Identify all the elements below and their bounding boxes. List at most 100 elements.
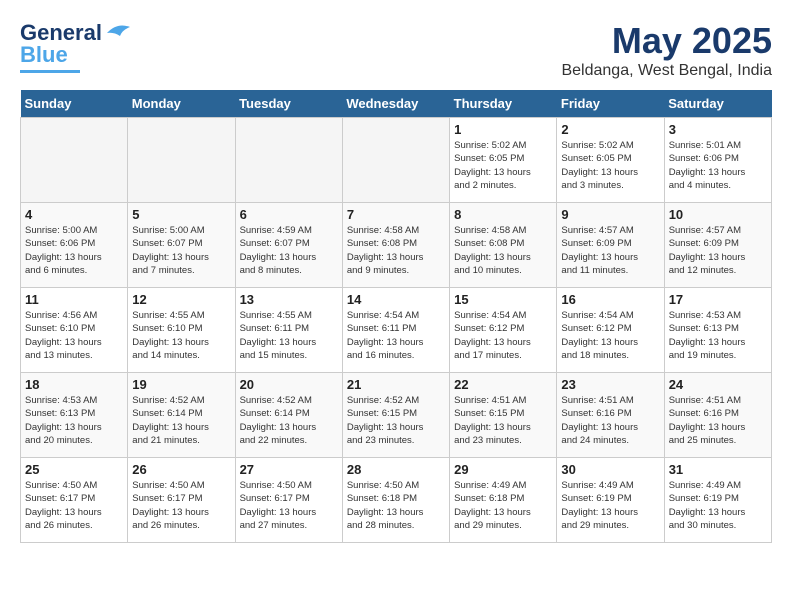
day-number: 18	[25, 377, 123, 392]
calendar-week-4: 18 Sunrise: 4:53 AM Sunset: 6:13 PM Dayli…	[21, 373, 772, 458]
day-header-thursday: Thursday	[450, 90, 557, 118]
calendar-cell: 3 Sunrise: 5:01 AM Sunset: 6:06 PM Daylig…	[664, 118, 771, 203]
day-info: Sunrise: 4:54 AM Sunset: 6:11 PM Dayligh…	[347, 309, 445, 362]
day-info: Sunrise: 4:53 AM Sunset: 6:13 PM Dayligh…	[669, 309, 767, 362]
calendar-title: May 2025	[561, 20, 772, 62]
day-number: 17	[669, 292, 767, 307]
calendar-cell: 22Sunrise: 4:51 AM Sunset: 6:15 PM Dayli…	[450, 373, 557, 458]
calendar-cell: 14 Sunrise: 4:54 AM Sunset: 6:11 PM Dayli…	[342, 288, 449, 373]
day-number: 19	[132, 377, 230, 392]
day-number: 25	[25, 462, 123, 477]
calendar-cell: 17 Sunrise: 4:53 AM Sunset: 6:13 PM Dayli…	[664, 288, 771, 373]
day-info: Sunrise: 5:01 AM Sunset: 6:06 PM Dayligh…	[669, 139, 767, 192]
calendar-cell: 10 Sunrise: 4:57 AM Sunset: 6:09 PM Dayli…	[664, 203, 771, 288]
day-info: Sunrise: 4:55 AM Sunset: 6:10 PM Dayligh…	[132, 309, 230, 362]
calendar-header-row: SundayMondayTuesdayWednesdayThursdayFrid…	[21, 90, 772, 118]
calendar-week-3: 11 Sunrise: 4:56 AM Sunset: 6:10 PM Dayli…	[21, 288, 772, 373]
calendar-cell: 25Sunrise: 4:50 AM Sunset: 6:17 PM Dayli…	[21, 458, 128, 543]
calendar-cell	[21, 118, 128, 203]
calendar-cell: 7 Sunrise: 4:58 AM Sunset: 6:08 PM Daylig…	[342, 203, 449, 288]
day-number: 28	[347, 462, 445, 477]
day-number: 21	[347, 377, 445, 392]
calendar-cell: 9 Sunrise: 4:57 AM Sunset: 6:09 PM Daylig…	[557, 203, 664, 288]
calendar-week-5: 25 Sunrise: 4:50 AM Sunset: 6:17 PM Dayli…	[21, 458, 772, 543]
day-number: 8	[454, 207, 552, 222]
calendar-cell: 6 Sunrise: 4:59 AM Sunset: 6:07 PM Daylig…	[235, 203, 342, 288]
logo-underline	[20, 70, 80, 73]
day-number: 29	[454, 462, 552, 477]
day-number: 4	[25, 207, 123, 222]
calendar-cell: 1 Sunrise: 5:02 AM Sunset: 6:05 PM Daylig…	[450, 118, 557, 203]
day-info: Sunrise: 4:54 AM Sunset: 6:12 PM Dayligh…	[454, 309, 552, 362]
day-number: 14	[347, 292, 445, 307]
calendar-cell: 13Sunrise: 4:55 AM Sunset: 6:11 PM Dayli…	[235, 288, 342, 373]
calendar-body: 1 Sunrise: 5:02 AM Sunset: 6:05 PM Daylig…	[21, 118, 772, 543]
day-info: Sunrise: 4:57 AM Sunset: 6:09 PM Dayligh…	[561, 224, 659, 277]
day-info: Sunrise: 4:56 AM Sunset: 6:10 PM Dayligh…	[25, 309, 123, 362]
day-info: Sunrise: 5:02 AM Sunset: 6:05 PM Dayligh…	[454, 139, 552, 192]
calendar-cell: 28Sunrise: 4:50 AM Sunset: 6:18 PM Dayli…	[342, 458, 449, 543]
day-number: 11	[25, 292, 123, 307]
logo-bird-icon	[102, 22, 132, 44]
calendar-cell: 8Sunrise: 4:58 AM Sunset: 6:08 PM Daylig…	[450, 203, 557, 288]
day-info: Sunrise: 4:52 AM Sunset: 6:14 PM Dayligh…	[240, 394, 338, 447]
calendar-cell: 23 Sunrise: 4:51 AM Sunset: 6:16 PM Dayli…	[557, 373, 664, 458]
calendar-cell: 11 Sunrise: 4:56 AM Sunset: 6:10 PM Dayli…	[21, 288, 128, 373]
calendar-cell: 2Sunrise: 5:02 AM Sunset: 6:05 PM Daylig…	[557, 118, 664, 203]
day-number: 6	[240, 207, 338, 222]
title-area: May 2025 Beldanga, West Bengal, India	[561, 20, 772, 80]
calendar-cell	[128, 118, 235, 203]
day-info: Sunrise: 4:51 AM Sunset: 6:16 PM Dayligh…	[561, 394, 659, 447]
calendar-cell: 12 Sunrise: 4:55 AM Sunset: 6:10 PM Dayli…	[128, 288, 235, 373]
day-number: 5	[132, 207, 230, 222]
calendar-cell: 31Sunrise: 4:49 AM Sunset: 6:19 PM Dayli…	[664, 458, 771, 543]
day-info: Sunrise: 4:51 AM Sunset: 6:15 PM Dayligh…	[454, 394, 552, 447]
day-info: Sunrise: 4:57 AM Sunset: 6:09 PM Dayligh…	[669, 224, 767, 277]
calendar-cell: 19Sunrise: 4:52 AM Sunset: 6:14 PM Dayli…	[128, 373, 235, 458]
day-number: 1	[454, 122, 552, 137]
calendar-cell: 30 Sunrise: 4:49 AM Sunset: 6:19 PM Dayli…	[557, 458, 664, 543]
day-number: 3	[669, 122, 767, 137]
day-info: Sunrise: 4:52 AM Sunset: 6:15 PM Dayligh…	[347, 394, 445, 447]
day-header-saturday: Saturday	[664, 90, 771, 118]
day-number: 12	[132, 292, 230, 307]
day-info: Sunrise: 4:51 AM Sunset: 6:16 PM Dayligh…	[669, 394, 767, 447]
calendar-cell: 29 Sunrise: 4:49 AM Sunset: 6:18 PM Dayli…	[450, 458, 557, 543]
day-header-friday: Friday	[557, 90, 664, 118]
day-info: Sunrise: 4:50 AM Sunset: 6:17 PM Dayligh…	[132, 479, 230, 532]
calendar-cell: 16Sunrise: 4:54 AM Sunset: 6:12 PM Dayli…	[557, 288, 664, 373]
day-number: 10	[669, 207, 767, 222]
day-header-monday: Monday	[128, 90, 235, 118]
header: General Blue May 2025 Beldanga, West Ben…	[20, 20, 772, 80]
calendar-cell: 26Sunrise: 4:50 AM Sunset: 6:17 PM Dayli…	[128, 458, 235, 543]
calendar-cell: 15 Sunrise: 4:54 AM Sunset: 6:12 PM Dayli…	[450, 288, 557, 373]
calendar-cell: 20Sunrise: 4:52 AM Sunset: 6:14 PM Dayli…	[235, 373, 342, 458]
day-info: Sunrise: 4:49 AM Sunset: 6:18 PM Dayligh…	[454, 479, 552, 532]
day-number: 9	[561, 207, 659, 222]
calendar-week-1: 1 Sunrise: 5:02 AM Sunset: 6:05 PM Daylig…	[21, 118, 772, 203]
logo-text-blue: Blue	[20, 42, 68, 68]
calendar-cell: 4 Sunrise: 5:00 AM Sunset: 6:06 PM Daylig…	[21, 203, 128, 288]
day-number: 15	[454, 292, 552, 307]
day-info: Sunrise: 5:00 AM Sunset: 6:06 PM Dayligh…	[25, 224, 123, 277]
day-header-sunday: Sunday	[21, 90, 128, 118]
day-number: 2	[561, 122, 659, 137]
day-info: Sunrise: 4:59 AM Sunset: 6:07 PM Dayligh…	[240, 224, 338, 277]
calendar-cell	[235, 118, 342, 203]
calendar-cell: 21 Sunrise: 4:52 AM Sunset: 6:15 PM Dayli…	[342, 373, 449, 458]
calendar-subtitle: Beldanga, West Bengal, India	[561, 62, 772, 80]
day-number: 30	[561, 462, 659, 477]
day-header-wednesday: Wednesday	[342, 90, 449, 118]
day-number: 24	[669, 377, 767, 392]
day-number: 16	[561, 292, 659, 307]
day-number: 23	[561, 377, 659, 392]
day-info: Sunrise: 5:00 AM Sunset: 6:07 PM Dayligh…	[132, 224, 230, 277]
day-info: Sunrise: 4:49 AM Sunset: 6:19 PM Dayligh…	[561, 479, 659, 532]
day-number: 7	[347, 207, 445, 222]
calendar-cell: 5 Sunrise: 5:00 AM Sunset: 6:07 PM Daylig…	[128, 203, 235, 288]
logo: General Blue	[20, 20, 132, 73]
day-number: 31	[669, 462, 767, 477]
day-info: Sunrise: 4:58 AM Sunset: 6:08 PM Dayligh…	[347, 224, 445, 277]
day-info: Sunrise: 4:53 AM Sunset: 6:13 PM Dayligh…	[25, 394, 123, 447]
day-number: 27	[240, 462, 338, 477]
